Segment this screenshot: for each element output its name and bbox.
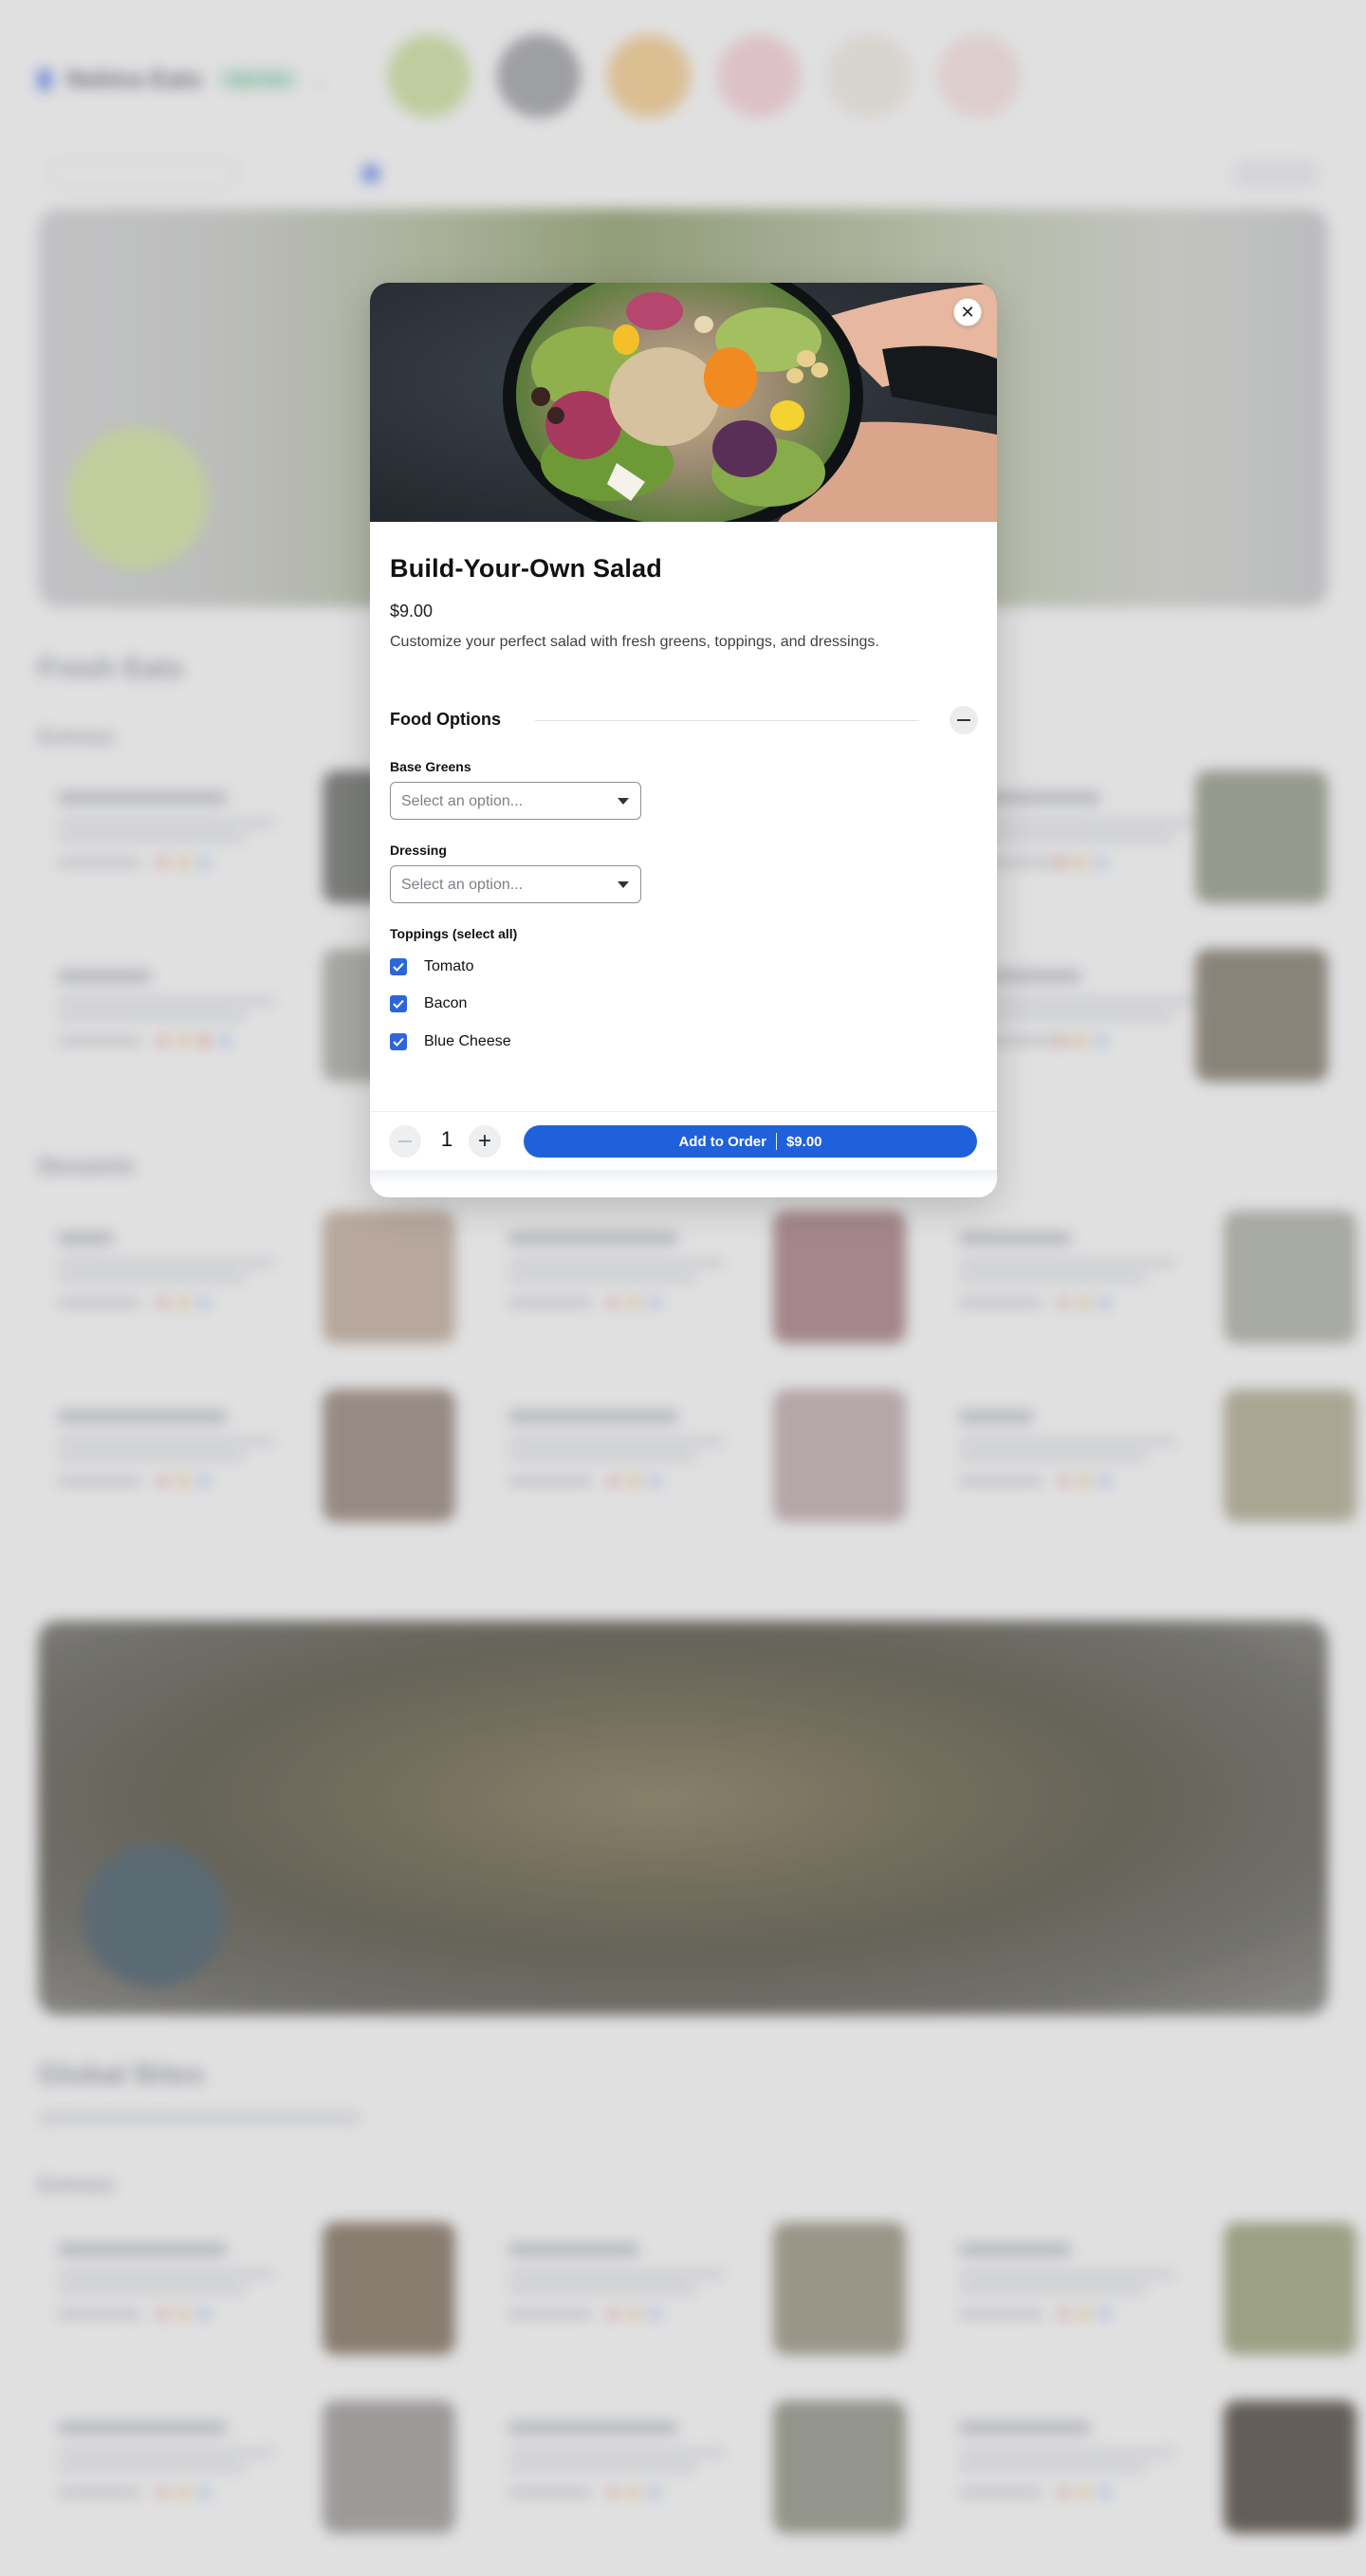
topping-blue-cheese[interactable]: Blue Cheese [390, 1031, 511, 1052]
checkbox-label: Tomato [424, 958, 474, 974]
add-to-order-label: Add to Order [678, 1133, 766, 1150]
close-button[interactable]: ✕ [953, 298, 982, 326]
salad-bowl-image [370, 283, 997, 522]
minus-icon [398, 1140, 412, 1142]
quantity-increase-button[interactable]: + [469, 1125, 501, 1158]
select-placeholder: Select an option... [401, 793, 524, 809]
checkbox-checked[interactable] [390, 1033, 407, 1050]
divider [535, 720, 919, 721]
item-price: $9.00 [390, 602, 434, 621]
collapse-options-button[interactable] [950, 706, 978, 734]
checkbox-checked[interactable] [390, 958, 407, 975]
food-options-header: Food Options [390, 706, 978, 734]
food-options-title: Food Options [390, 710, 501, 729]
checkbox-checked[interactable] [390, 995, 407, 1012]
item-image: ✕ [370, 283, 997, 522]
item-description: Customize your perfect salad with fresh … [390, 634, 879, 650]
base-greens-select[interactable]: Select an option... [390, 782, 641, 820]
select-placeholder: Select an option... [401, 877, 524, 893]
checkbox-label: Blue Cheese [424, 1033, 511, 1049]
checkbox-label: Bacon [424, 995, 468, 1011]
caret-down-icon [618, 798, 629, 805]
item-title: Build-Your-Own Salad [390, 554, 662, 583]
modal-footer: 1 + Add to Order $9.00 [370, 1111, 997, 1170]
base-greens-label: Base Greens [390, 759, 471, 774]
quantity-decrease-button[interactable] [389, 1125, 421, 1158]
close-icon: ✕ [960, 302, 975, 322]
checkmark-icon [393, 1037, 404, 1047]
item-modal: ✕ Build-Your-Own Salad $9.00 Customize y… [370, 283, 997, 1197]
divider [775, 1133, 777, 1150]
dressing-label: Dressing [390, 843, 447, 858]
dressing-select[interactable]: Select an option... [390, 865, 641, 903]
topping-tomato[interactable]: Tomato [390, 956, 473, 977]
caret-down-icon [618, 881, 629, 888]
footer-shadow [370, 1170, 997, 1197]
plus-icon: + [477, 1128, 491, 1154]
quantity-value: 1 [440, 1127, 453, 1151]
add-to-order-button[interactable]: Add to Order $9.00 [524, 1125, 977, 1158]
topping-bacon[interactable]: Bacon [390, 993, 467, 1014]
minus-icon [957, 719, 970, 721]
toppings-label: Toppings (select all) [390, 926, 518, 941]
checkmark-icon [393, 999, 404, 1009]
checkmark-icon [393, 962, 404, 972]
add-to-order-price: $9.00 [785, 1133, 822, 1150]
